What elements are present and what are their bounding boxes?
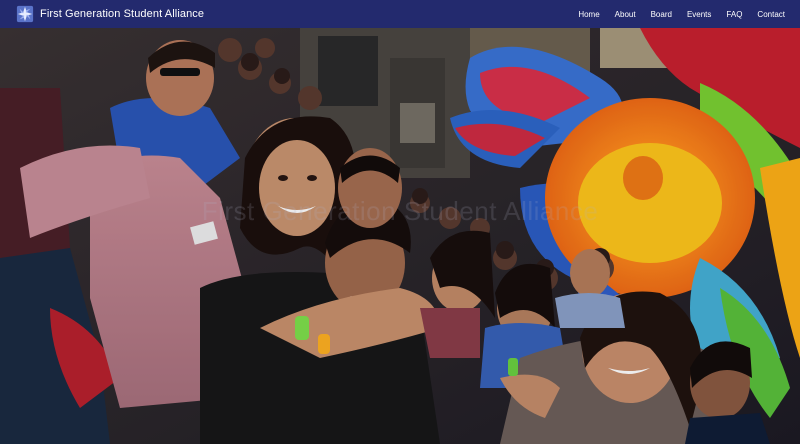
nav-board-link[interactable]: Board: [651, 10, 672, 19]
navbar: First Generation Student Alliance Home A…: [0, 0, 800, 28]
hero-banner: First Generation Student Alliance: [0, 28, 800, 444]
hero-overlay: [0, 28, 800, 444]
hero-title: First Generation Student Alliance: [201, 196, 599, 226]
nav-events-link[interactable]: Events: [687, 10, 711, 19]
site-title: First Generation Student Alliance: [40, 8, 205, 20]
nav-home-link[interactable]: Home: [578, 10, 599, 19]
main-nav: Home About Board Events FAQ Contact: [578, 0, 800, 28]
nav-about-link[interactable]: About: [615, 10, 636, 19]
nav-contact-link[interactable]: Contact: [757, 10, 785, 19]
brand-home-link[interactable]: First Generation Student Alliance: [16, 4, 204, 24]
nav-faq-link[interactable]: FAQ: [726, 10, 742, 19]
compass-star-icon: [16, 5, 34, 23]
